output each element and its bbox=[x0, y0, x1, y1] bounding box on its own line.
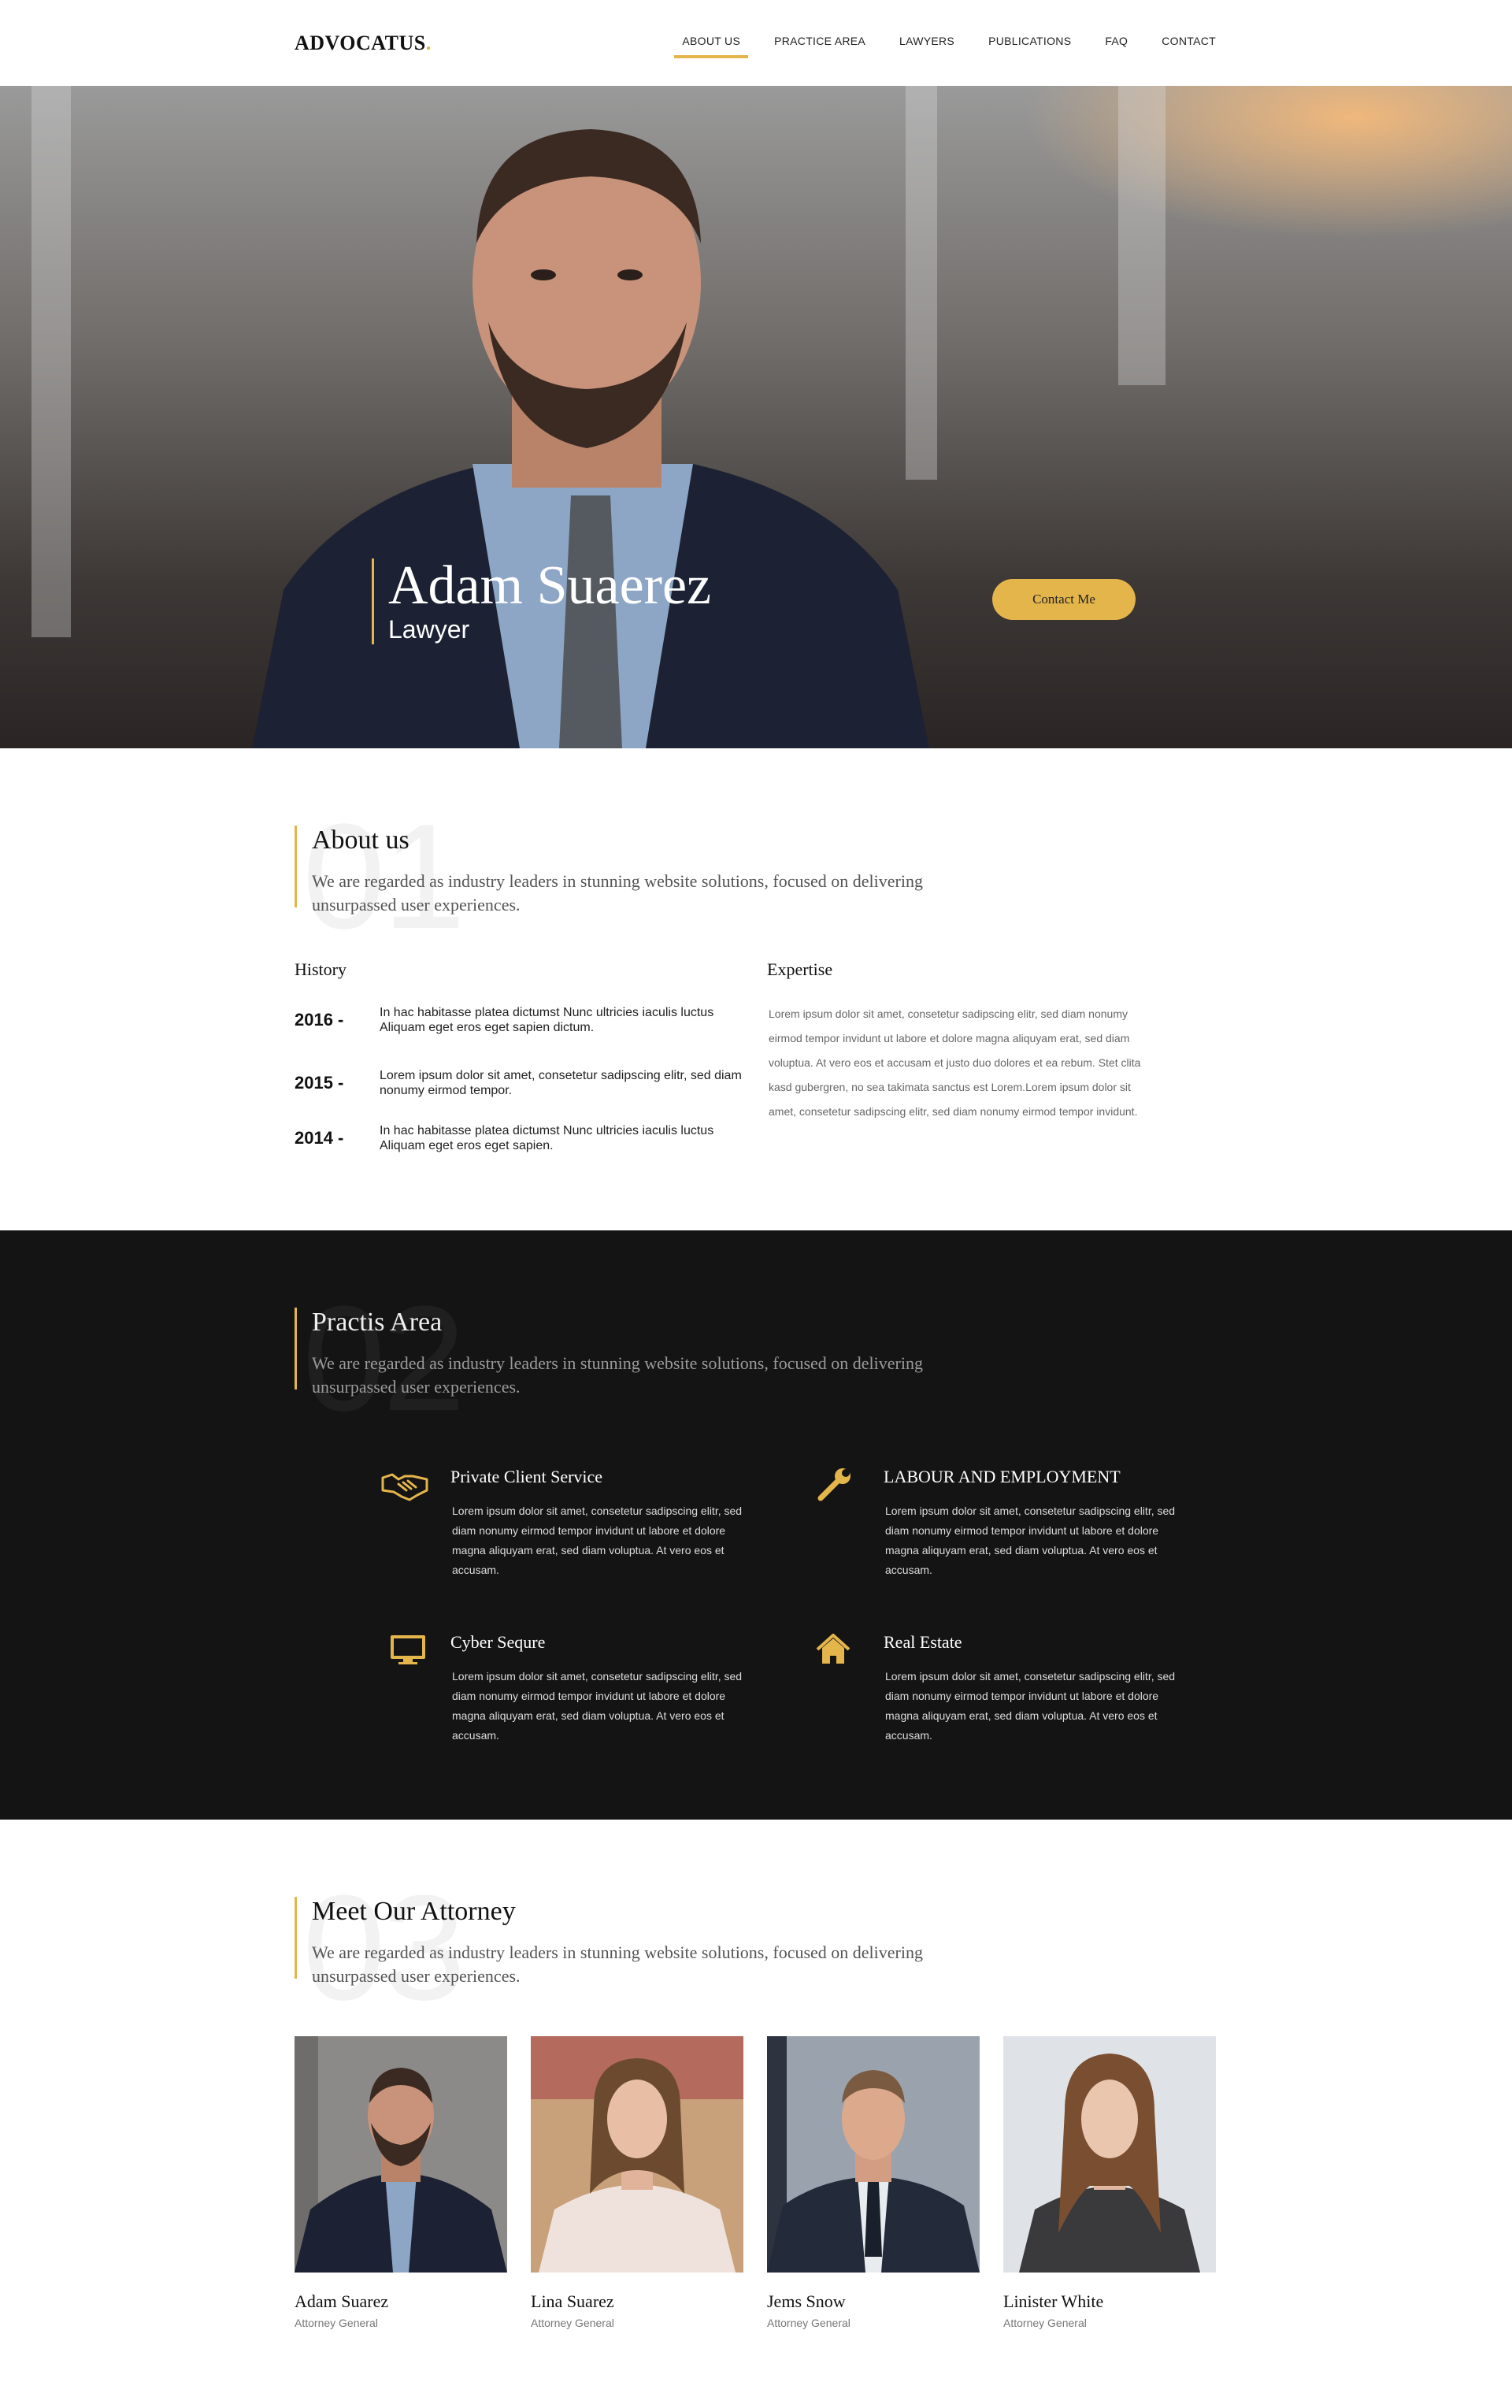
handshake-icon bbox=[381, 1473, 428, 1501]
practice-area-section: 02 Practis Area We are regarded as indus… bbox=[0, 1230, 1512, 1820]
brand-logo[interactable]: ADVOCATUS. bbox=[295, 32, 432, 55]
attorney-role: Attorney General bbox=[1003, 2317, 1087, 2329]
section-accent-bar bbox=[295, 1897, 297, 1979]
expertise-title: Expertise bbox=[767, 959, 833, 979]
brand-dot: . bbox=[425, 32, 432, 54]
section-title: Meet Our Attorney bbox=[312, 1897, 516, 1926]
attorney-photo bbox=[531, 2036, 743, 2273]
attorney-name: Lina Suarez bbox=[531, 2291, 614, 2311]
history-item: 2016 - In hac habitasse platea dictumst … bbox=[295, 1005, 742, 1035]
service-title: Cyber Sequre bbox=[450, 1632, 546, 1652]
attorney-name: Jems Snow bbox=[767, 2291, 846, 2311]
service-text: Lorem ipsum dolor sit amet, consetetur s… bbox=[885, 1505, 1176, 1576]
history-item: 2014 - In hac habitasse platea dictumst … bbox=[295, 1123, 742, 1153]
section-subtitle: We are regarded as industry leaders in s… bbox=[312, 1942, 923, 1986]
section-title: Practis Area bbox=[312, 1308, 443, 1337]
attorney-role: Attorney General bbox=[295, 2317, 378, 2329]
history-text: In hac habitasse platea dictumst Nunc ul… bbox=[380, 1006, 714, 1034]
attorney-photo bbox=[295, 2036, 507, 2273]
attorney-card[interactable]: Linister White Attorney General bbox=[1003, 2036, 1216, 2329]
expertise-text: Lorem ipsum dolor sit amet, consetetur s… bbox=[769, 1007, 1141, 1118]
hero-portrait bbox=[252, 129, 929, 748]
service-title: Real Estate bbox=[884, 1632, 962, 1652]
section-title: About us bbox=[312, 826, 410, 855]
attorney-role: Attorney General bbox=[531, 2317, 614, 2329]
attorney-photo bbox=[1003, 2036, 1216, 2273]
section-accent-bar bbox=[295, 1308, 297, 1390]
contact-me-button[interactable]: Contact Me bbox=[992, 579, 1136, 620]
service-text: Lorem ipsum dolor sit amet, consetetur s… bbox=[885, 1670, 1176, 1742]
attorney-card[interactable]: Lina Suarez Attorney General bbox=[531, 2036, 743, 2329]
nav-faq[interactable]: FAQ bbox=[1105, 35, 1128, 58]
history-text: Lorem ipsum dolor sit amet, consetetur s… bbox=[380, 1069, 742, 1097]
history-title: History bbox=[295, 959, 346, 979]
history-item: 2015 - Lorem ipsum dolor sit amet, conse… bbox=[295, 1068, 742, 1098]
brand-name: ADVOCATUS bbox=[295, 32, 426, 54]
main-nav: ABOUT US PRACTICE AREA LAWYERS PUBLICATI… bbox=[648, 35, 1216, 58]
attorney-name: Linister White bbox=[1003, 2291, 1104, 2311]
attorneys-section: 03 Meet Our Attorney We are regarded as … bbox=[0, 1820, 1512, 2408]
hero-name: Adam Suaerez bbox=[388, 555, 712, 616]
hero-banner: Adam Suaerez Lawyer Contact Me bbox=[0, 86, 1512, 748]
attorney-card[interactable]: Adam Suarez Attorney General bbox=[295, 2036, 507, 2329]
site-header: ADVOCATUS. ABOUT US PRACTICE AREA LAWYER… bbox=[0, 0, 1512, 86]
attorney-card[interactable]: Jems Snow Attorney General bbox=[767, 2036, 980, 2329]
section-accent-bar bbox=[295, 826, 297, 907]
nav-about-us[interactable]: ABOUT US bbox=[674, 35, 748, 58]
history-year: 2015 - bbox=[295, 1073, 344, 1093]
nav-contact[interactable]: CONTACT bbox=[1162, 35, 1216, 58]
monitor-icon bbox=[391, 1635, 425, 1664]
background-pillar bbox=[32, 86, 71, 637]
hero-title-block: Adam Suaerez Lawyer bbox=[372, 558, 711, 644]
history-year: 2016 - bbox=[295, 1010, 344, 1030]
section-subtitle: We are regarded as industry leaders in s… bbox=[312, 871, 923, 915]
service-title: Private Client Service bbox=[450, 1467, 603, 1486]
background-pillar bbox=[1118, 86, 1166, 385]
attorney-name: Adam Suarez bbox=[295, 2291, 389, 2311]
nav-lawyers[interactable]: LAWYERS bbox=[899, 35, 954, 58]
history-year: 2014 - bbox=[295, 1128, 344, 1148]
history-text: In hac habitasse platea dictumst Nunc ul… bbox=[380, 1124, 714, 1152]
attorney-photo bbox=[767, 2036, 980, 2273]
about-section: 01 About us We are regarded as industry … bbox=[0, 748, 1512, 1230]
house-icon bbox=[816, 1634, 850, 1664]
service-text: Lorem ipsum dolor sit amet, consetetur s… bbox=[452, 1670, 743, 1742]
wrench-icon bbox=[817, 1468, 850, 1501]
attorney-role: Attorney General bbox=[767, 2317, 850, 2329]
hero-role: Lawyer bbox=[388, 615, 470, 644]
section-subtitle: We are regarded as industry leaders in s… bbox=[312, 1353, 923, 1397]
nav-practice-area[interactable]: PRACTICE AREA bbox=[774, 35, 865, 58]
nav-publications[interactable]: PUBLICATIONS bbox=[988, 35, 1071, 58]
service-title: LABOUR AND EMPLOYMENT bbox=[884, 1467, 1121, 1486]
service-text: Lorem ipsum dolor sit amet, consetetur s… bbox=[452, 1505, 743, 1576]
